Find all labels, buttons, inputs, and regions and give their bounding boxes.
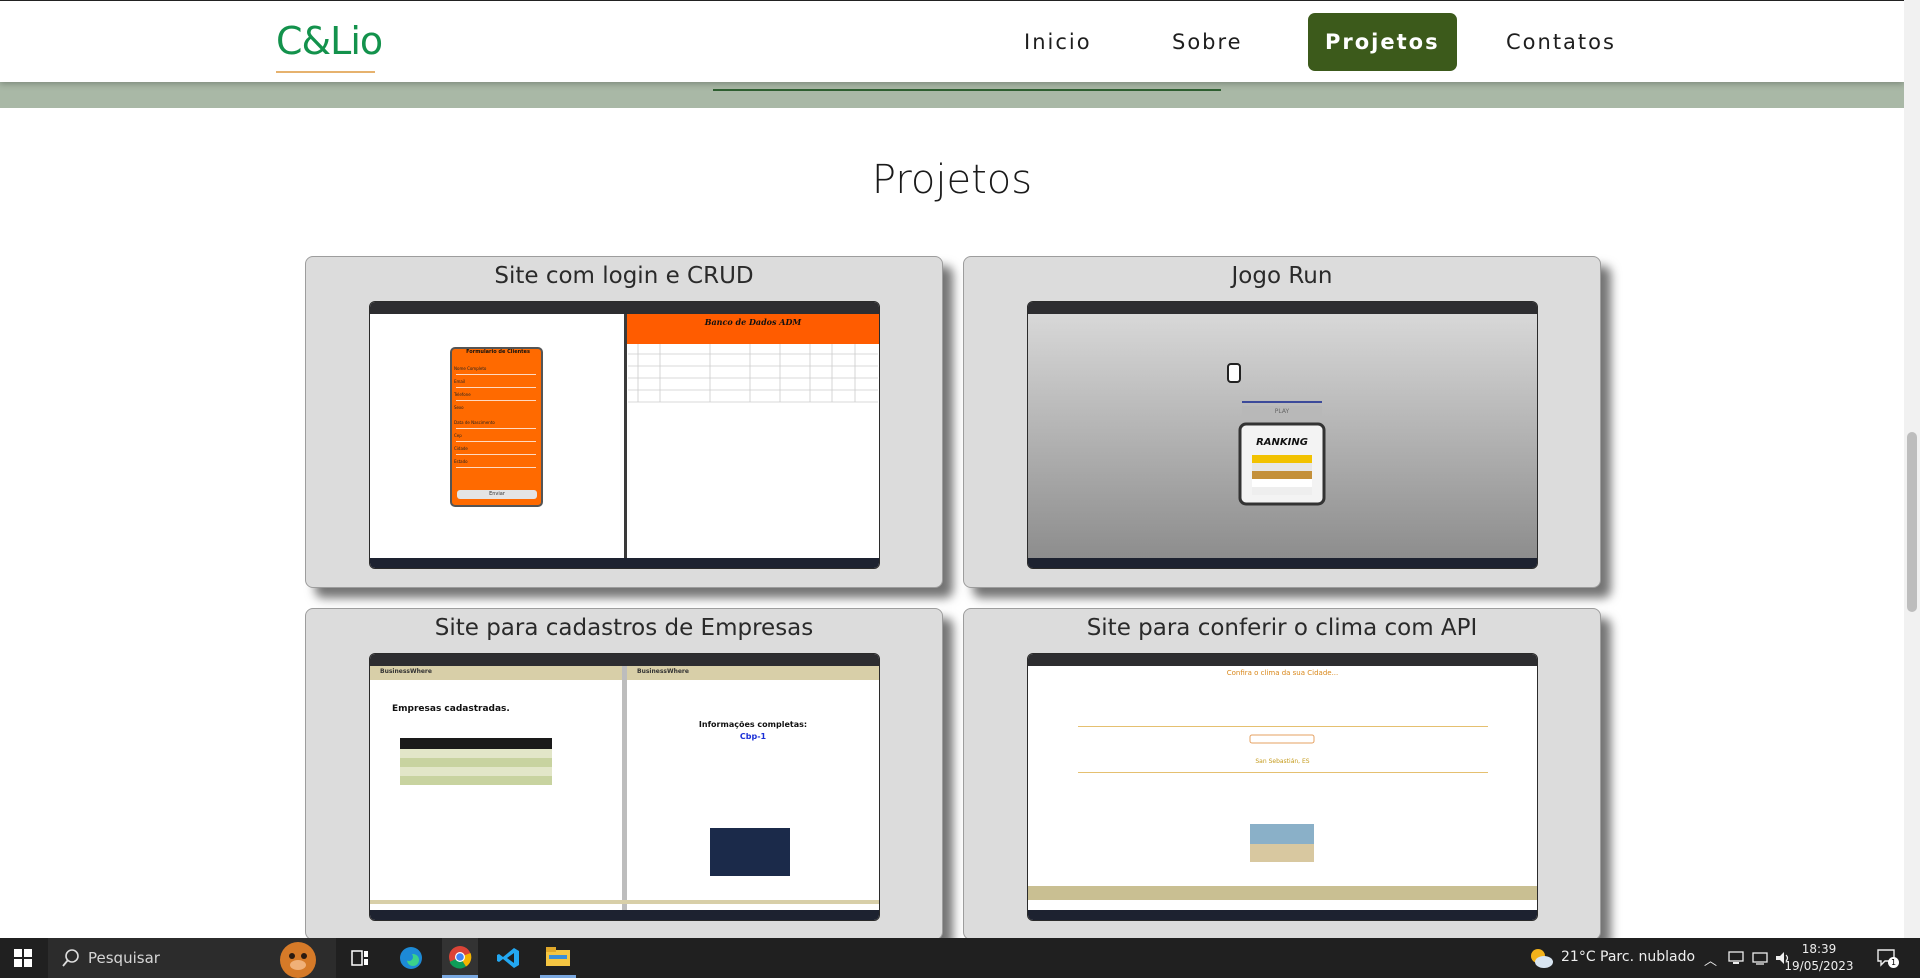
project-title: Site com login e CRUD <box>494 263 754 289</box>
display-icon[interactable] <box>1752 950 1768 966</box>
project-screenshot-crud[interactable]: Formulario de Clientes Nome Completo Ema… <box>369 301 880 569</box>
project-screenshot-clima[interactable]: Confira o clima da sua Cidade... San Seb… <box>1027 653 1538 921</box>
weather-icon[interactable] <box>1527 946 1555 970</box>
nav-link-inicio[interactable]: Inicio <box>1024 13 1092 71</box>
chrome-browser-icon[interactable] <box>442 938 478 978</box>
notification-center-icon[interactable]: 1 <box>1876 947 1899 969</box>
clock-date: 19/05/2023 <box>1784 959 1854 973</box>
run-preview <box>1028 314 1537 558</box>
page: intermediário. C&Lio Inicio Sobre Projet… <box>0 0 1904 938</box>
logo-underline <box>276 71 375 73</box>
notification-count-badge: 1 <box>1888 957 1899 968</box>
windows-taskbar: Pesquisar 21°C Parc. nublado ︿ 18:39 19/… <box>0 938 1920 978</box>
crud-form-field: Cidade <box>454 446 468 451</box>
run-play-button: PLAY <box>1274 408 1290 415</box>
site-header: C&Lio Inicio Sobre Projetos Contatos <box>0 0 1904 82</box>
nav-link-projetos[interactable]: Projetos <box>1308 13 1457 71</box>
nav-link-contatos[interactable]: Contatos <box>1506 13 1616 71</box>
chevron-up-icon[interactable]: ︿ <box>1704 950 1717 969</box>
previous-section-divider <box>713 89 1221 91</box>
crud-preview <box>370 314 879 558</box>
page-scrollbar[interactable] <box>1904 0 1920 938</box>
taskbar-weather[interactable]: 21°C Parc. nublado <box>1561 949 1695 965</box>
project-card-crud[interactable]: Site com login e CRUD Formulario de Clie… <box>305 256 943 588</box>
crud-db-title: Banco de Dados ADM <box>704 317 802 327</box>
nav-link-sobre[interactable]: Sobre <box>1172 13 1243 71</box>
crud-form-field: Nome Completo <box>454 366 487 371</box>
project-title: Jogo Run <box>1231 263 1333 289</box>
crud-form-field: Sexo <box>454 405 464 410</box>
empresas-preview <box>370 666 879 910</box>
crud-form-field: Email <box>454 379 466 384</box>
project-card-run[interactable]: Jogo Run PLAY RANKING <box>963 256 1601 588</box>
clima-city: San Sebastián, ES <box>1255 758 1310 765</box>
project-title: Site para conferir o clima com API <box>1086 615 1478 641</box>
empresas-detail-title: Informações completas: <box>698 720 808 729</box>
project-card-clima[interactable]: Site para conferir o clima com API Confi… <box>963 608 1601 938</box>
project-card-empresas[interactable]: Site para cadastros de Empresas Business… <box>305 608 943 938</box>
file-explorer-icon[interactable] <box>540 938 576 978</box>
network-status-icon[interactable] <box>1728 950 1744 966</box>
taskbar-search-box[interactable]: Pesquisar <box>48 938 336 978</box>
crud-form-field: Telefone <box>454 392 471 397</box>
empresas-detail-name: Cbp-1 <box>739 732 767 741</box>
preview-taskbar <box>370 910 879 920</box>
search-icon <box>62 949 79 967</box>
taskbar-search-placeholder: Pesquisar <box>88 949 160 967</box>
preview-taskbar <box>1028 558 1537 568</box>
crud-form-field: Estado <box>454 459 468 464</box>
windows-start-icon[interactable] <box>0 938 46 978</box>
crud-form-title: Formulario de Clientes <box>466 349 530 355</box>
clima-preview <box>1028 726 1537 900</box>
project-screenshot-run[interactable]: PLAY RANKING <box>1027 301 1538 569</box>
scrollbar-thumb[interactable] <box>1907 432 1917 612</box>
section-title: Projetos <box>871 157 1033 203</box>
preview-taskbar <box>1028 910 1537 920</box>
empresas-brand: BusinessWhere <box>380 668 432 675</box>
search-highlight-icon <box>280 942 316 978</box>
task-view-icon[interactable] <box>344 938 376 978</box>
preview-taskbar <box>370 558 879 568</box>
site-logo[interactable]: C&Lio <box>276 19 383 63</box>
vscode-icon[interactable] <box>491 938 527 978</box>
clima-heading: Confira o clima da sua Cidade... <box>1226 669 1339 677</box>
crud-form-field: Data de Nascimento <box>454 420 495 425</box>
crud-form-button: Enviar <box>489 491 505 497</box>
empresas-brand: BusinessWhere <box>637 668 689 675</box>
run-ranking-title: RANKING <box>1256 437 1308 448</box>
empresas-heading: Empresas cadastradas. <box>392 704 510 714</box>
edge-browser-icon[interactable] <box>393 938 429 978</box>
taskbar-clock[interactable]: 18:39 19/05/2023 <box>1784 941 1854 975</box>
crud-form-field: Cep <box>454 433 462 438</box>
project-screenshot-empresas[interactable]: BusinessWhere BusinessWhere Empresas cad… <box>369 653 880 921</box>
clock-time: 18:39 <box>1801 942 1837 956</box>
project-title: Site para cadastros de Empresas <box>434 615 814 641</box>
